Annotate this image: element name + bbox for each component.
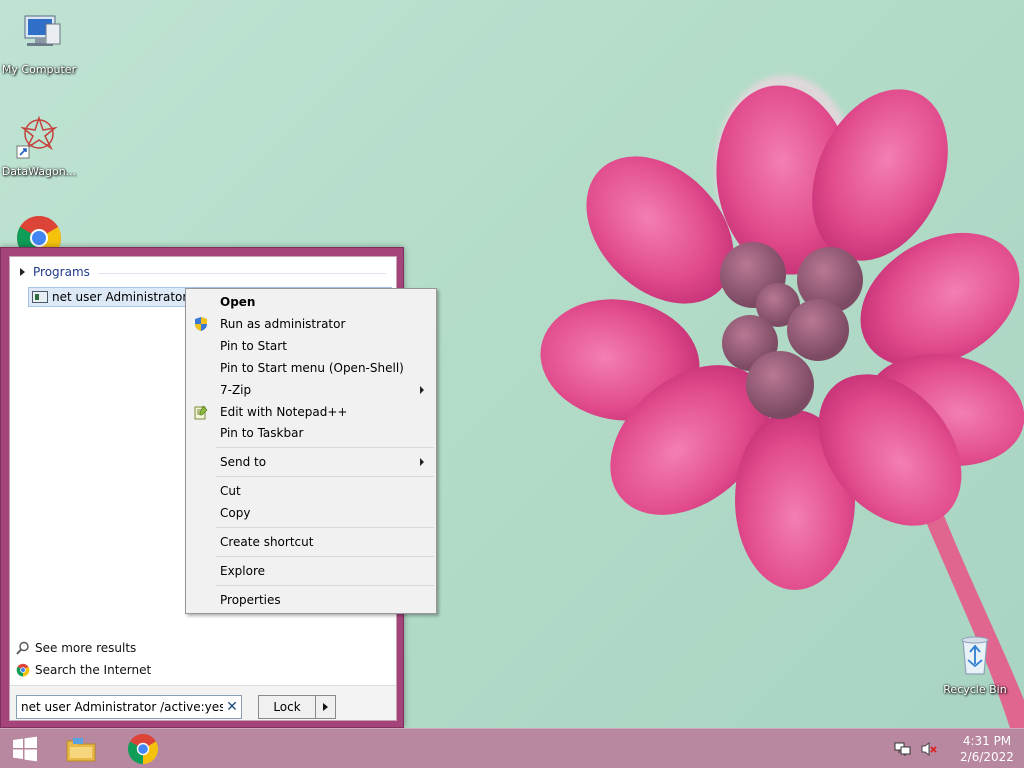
desktop-icon-my-computer[interactable]: My Computer: [0, 10, 78, 76]
menu-item-send-to[interactable]: Send to: [188, 451, 434, 473]
menu-item-copy[interactable]: Copy: [188, 502, 434, 524]
menu-separator: [216, 527, 434, 528]
menu-item-pin-to-start-menu-open-shell[interactable]: Pin to Start menu (Open-Shell): [188, 357, 434, 379]
menu-separator: [216, 476, 434, 477]
desktop-icon-datawagon[interactable]: DataWagon...: [0, 112, 78, 178]
menu-item-label: Properties: [220, 593, 281, 607]
context-menu: Open Run as administrator Pin to Start P…: [185, 288, 437, 614]
submenu-arrow-icon: [420, 386, 424, 394]
menu-item-label: Explore: [220, 564, 266, 578]
clock-time: 4:31 PM: [962, 734, 1012, 748]
menu-item-properties[interactable]: Properties: [188, 589, 434, 611]
menu-item-cut[interactable]: Cut: [188, 480, 434, 502]
menu-separator: [216, 447, 434, 448]
folder-icon: [66, 738, 96, 762]
desktop-icon-label: Recycle Bin: [943, 683, 1007, 696]
notepad-plus-plus-icon: [194, 405, 208, 420]
speaker-muted-icon[interactable]: [920, 741, 938, 757]
menu-item-label: Create shortcut: [220, 535, 314, 549]
menu-item-label: Run as administrator: [220, 317, 346, 331]
divider: [97, 272, 386, 274]
desktop-icon-label: DataWagon...: [1, 165, 77, 178]
chrome-icon: [16, 663, 30, 677]
search-internet-link[interactable]: Search the Internet: [16, 663, 151, 677]
see-more-results-label: See more results: [35, 641, 137, 655]
menu-separator: [216, 556, 434, 557]
menu-item-label: Send to: [220, 455, 267, 469]
expand-arrow-icon: [20, 268, 25, 276]
menu-item-label: Pin to Start menu (Open-Shell): [220, 361, 404, 375]
search-result-label: net user Administrator /active:yes: [52, 290, 202, 304]
start-button[interactable]: [2, 731, 48, 767]
menu-item-pin-to-taskbar[interactable]: Pin to Taskbar: [188, 422, 434, 444]
computer-icon: [24, 15, 61, 46]
menu-item-pin-to-start[interactable]: Pin to Start: [188, 335, 434, 357]
menu-item-open[interactable]: Open: [188, 291, 434, 313]
command-icon: [32, 291, 48, 303]
desktop-icon-label: My Computer: [1, 63, 77, 76]
menu-item-label: Edit with Notepad++: [220, 405, 348, 419]
desktop-icon-recycle-bin[interactable]: Recycle Bin: [936, 630, 1014, 696]
menu-item-create-shortcut[interactable]: Create shortcut: [188, 531, 434, 553]
recycle-bin-icon: [961, 636, 989, 675]
system-tray: 4:31 PM 2/6/2022: [894, 729, 1024, 768]
taskbar-chrome[interactable]: [120, 731, 166, 767]
arrow-right-icon: [323, 703, 328, 711]
programs-group-header[interactable]: Programs: [20, 263, 386, 281]
menu-item-explore[interactable]: Explore: [188, 560, 434, 582]
menu-separator: [216, 585, 434, 586]
network-icon[interactable]: [894, 741, 912, 757]
lock-button[interactable]: Lock: [258, 695, 336, 719]
menu-item-label: Copy: [220, 506, 251, 520]
clock[interactable]: 4:31 PM 2/6/2022: [950, 733, 1024, 765]
chrome-icon: [128, 734, 158, 764]
programs-header-label: Programs: [33, 265, 90, 279]
search-bar-area: net user Administrator /active:yes ✕ Loc…: [10, 685, 396, 720]
search-internet-label: Search the Internet: [35, 663, 152, 677]
menu-item-label: Open: [220, 295, 256, 309]
start-search-input[interactable]: net user Administrator /active:yes ✕: [16, 695, 242, 719]
magnifier-icon: [16, 641, 29, 655]
menu-item-label: Pin to Start: [220, 339, 287, 353]
clear-icon[interactable]: ✕: [223, 699, 241, 715]
power-options-arrow-button[interactable]: [315, 696, 335, 718]
menu-item-label: 7-Zip: [220, 383, 252, 397]
submenu-arrow-icon: [420, 458, 424, 466]
see-more-results-link[interactable]: See more results: [16, 641, 136, 655]
menu-item-run-as-administrator[interactable]: Run as administrator: [188, 313, 434, 335]
menu-item-7-zip[interactable]: 7-Zip: [188, 379, 434, 401]
search-input-value: net user Administrator /active:yes: [21, 700, 223, 714]
menu-item-edit-with-notepad-plus-plus[interactable]: Edit with Notepad++: [188, 401, 434, 423]
taskbar-file-explorer[interactable]: [58, 731, 104, 767]
uac-shield-icon: [195, 317, 207, 331]
menu-item-label: Pin to Taskbar: [220, 426, 304, 440]
datawagon-icon: [16, 115, 58, 159]
menu-item-label: Cut: [220, 484, 241, 498]
lock-button-label: Lock: [273, 700, 301, 714]
windows-logo-icon: [13, 736, 37, 762]
taskbar: 4:31 PM 2/6/2022: [0, 728, 1024, 768]
clock-date: 2/6/2022: [960, 750, 1014, 764]
